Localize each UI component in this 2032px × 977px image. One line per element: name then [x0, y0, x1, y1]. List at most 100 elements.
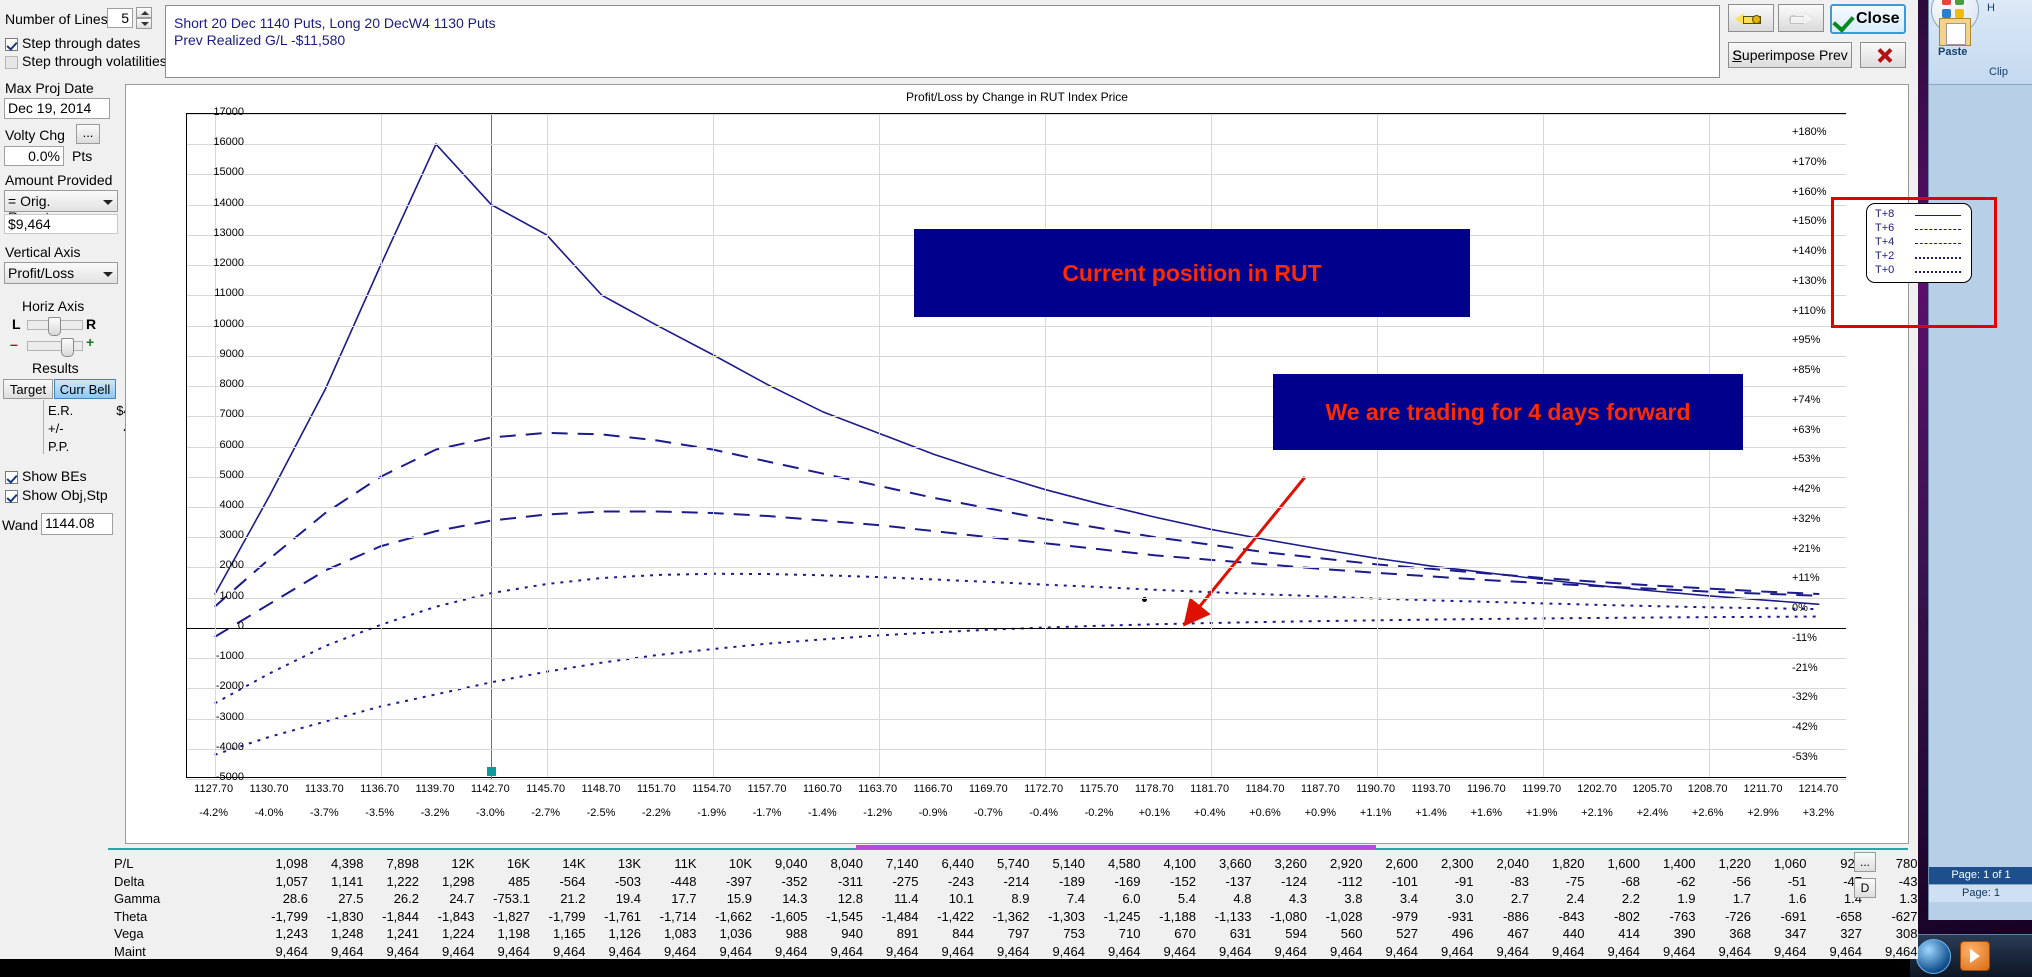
volty-chg-input[interactable]: 0.0%	[4, 146, 64, 166]
table-cell: 753	[1063, 926, 1085, 941]
step-through-volatilities-checkbox[interactable]	[5, 56, 18, 69]
gridline-vertical	[546, 114, 548, 777]
position-description-box[interactable]: Short 20 Dec 1140 Puts, Long 20 DecW4 11…	[165, 5, 1720, 78]
volty-chg-options-button[interactable]: ...	[76, 124, 100, 144]
table-cell: 2,300	[1440, 856, 1474, 871]
table-cell: -1,844	[382, 908, 419, 924]
table-cell: 5,140	[1052, 856, 1085, 871]
table-cell: 3,260	[1274, 856, 1307, 871]
chart-title: Profit/Loss by Change in RUT Index Price	[906, 90, 1128, 104]
show-obj-stp-checkbox[interactable]	[5, 490, 18, 503]
forward-button[interactable]	[1778, 4, 1824, 32]
current-price-marker	[487, 767, 497, 776]
table-cell: -1,662	[715, 908, 752, 924]
step-through-volatilities-label[interactable]: Step through volatilities	[22, 53, 167, 69]
series-line-Tplus2	[214, 572, 1820, 705]
stepper-down-icon[interactable]	[136, 18, 152, 29]
show-bes-label[interactable]: Show BEs	[22, 468, 87, 484]
close-button[interactable]: Close	[1830, 4, 1906, 34]
volty-chg-units-label: Pts	[72, 148, 93, 164]
word-home-tab[interactable]: H	[1987, 2, 1995, 14]
table-cell: 891	[896, 926, 919, 941]
table-cell: 9,464	[1274, 943, 1307, 959]
table-cell: 9,040	[774, 856, 808, 871]
table-cell: 1,248	[330, 926, 364, 941]
zoom-slider[interactable]	[27, 341, 83, 351]
table-row-label: Vega	[114, 926, 144, 941]
table-cell: -1,080	[1270, 908, 1307, 924]
result-key: E.R.	[48, 403, 74, 418]
vertical-axis-label: Vertical Axis	[5, 244, 81, 260]
table-cell: 5,740	[996, 856, 1030, 871]
show-obj-stp-label[interactable]: Show Obj,Stp	[22, 487, 108, 503]
x-axis-pct-label: +0.9%	[1304, 807, 1337, 819]
x-axis-pct-label: -1.2%	[863, 807, 893, 819]
table-cell: 9,464	[719, 943, 752, 959]
table-detail-button[interactable]: D	[1854, 878, 1876, 898]
table-cell: 527	[1396, 926, 1418, 941]
step-through-dates-checkbox[interactable]	[5, 38, 18, 51]
table-options-button[interactable]: ...	[1854, 852, 1876, 872]
table-cell: 1,060	[1773, 856, 1807, 871]
x-axis-tick-label: 1202.70	[1577, 783, 1617, 795]
table-cell: -627	[1891, 908, 1918, 924]
max-proj-date-input[interactable]: Dec 19, 2014	[4, 98, 110, 119]
table-cell: -137	[1225, 873, 1252, 889]
word-window[interactable]: H Paste Clip Page: 1 of 1 Page: 1	[1928, 0, 2032, 920]
table-cell: -352	[781, 873, 808, 889]
number-of-lines-stepper[interactable]	[136, 7, 152, 31]
horiz-axis-left-label: L	[12, 316, 21, 332]
y-axis-tick-label: 5000	[219, 468, 244, 481]
zoom-in-icon[interactable]: +	[86, 334, 94, 350]
red-x-icon	[1876, 47, 1893, 64]
x-axis-pct-label: -2.5%	[586, 807, 616, 819]
options-analysis-window: Number of Lines 5 Step through dates Ste…	[0, 0, 1997, 959]
callout-current-position: Current position in RUT	[914, 229, 1470, 317]
number-of-lines-input[interactable]: 5	[107, 8, 133, 28]
x-axis-pct-label: -3.0%	[475, 807, 505, 819]
x-axis-tick-label: 1178.70	[1134, 783, 1174, 795]
paste-icon[interactable]	[1939, 18, 1971, 46]
gridline-horizontal	[187, 537, 1846, 539]
table-cell: -1,188	[1159, 908, 1196, 924]
checkmark-icon	[1832, 10, 1855, 33]
horiz-axis-slider-handle[interactable]	[48, 317, 61, 336]
x-axis-pct-label: -3.2%	[420, 807, 450, 819]
table-cell: -101	[1391, 873, 1418, 889]
start-button-icon[interactable]	[1916, 939, 1951, 974]
media-player-icon[interactable]	[1960, 941, 1990, 971]
wand-input[interactable]: 1144.08	[41, 513, 113, 535]
amount-value-input[interactable]: $9,464	[4, 214, 118, 234]
volty-chg-label: Volty Chg	[5, 127, 65, 143]
gridline-horizontal	[187, 174, 1846, 176]
table-cell: 6.0	[1122, 891, 1141, 906]
table-cell: 9,464	[830, 943, 863, 959]
tab-curr-bell[interactable]: Curr Bell	[54, 379, 116, 399]
back-button[interactable]	[1728, 4, 1774, 32]
word-page-status: Page: 1 of 1	[1929, 867, 2032, 884]
table-cell: -152	[1169, 873, 1196, 889]
table-cell: -1,303	[1048, 908, 1085, 924]
max-proj-date-label: Max Proj Date	[5, 80, 94, 96]
table-cell: 27.5	[338, 891, 364, 906]
step-through-dates-label[interactable]: Step through dates	[22, 35, 140, 51]
table-cell: 8,040	[830, 856, 863, 871]
zoom-out-icon[interactable]: –	[10, 336, 18, 352]
table-cell: 390	[1673, 926, 1696, 941]
y2-axis-tick-label: -11%	[1792, 631, 1817, 644]
show-bes-checkbox[interactable]	[5, 471, 18, 484]
vertical-axis-select[interactable]: Profit/Loss	[4, 262, 118, 284]
x-axis-tick-label: 1145.70	[526, 783, 566, 795]
paste-label[interactable]: Paste	[1938, 46, 1967, 58]
table-row: Theta -1,799 -1,830 -1,844 -1,843 -1,827 -1,79…	[108, 908, 1918, 926]
stepper-up-icon[interactable]	[136, 7, 152, 18]
amount-provided-select[interactable]: = Orig. Reqmt.	[4, 190, 118, 225]
table-cell: -62	[1676, 873, 1696, 889]
horiz-axis-right-label: R	[86, 316, 97, 332]
superimpose-prev-button[interactable]: SSuperimpose Prev	[1728, 42, 1852, 68]
cancel-button[interactable]	[1860, 42, 1906, 68]
y-axis-tick-label: 7000	[219, 408, 244, 421]
tab-target[interactable]: Target	[3, 379, 53, 399]
gridline-horizontal	[187, 567, 1846, 569]
zoom-slider-handle[interactable]	[61, 338, 74, 357]
